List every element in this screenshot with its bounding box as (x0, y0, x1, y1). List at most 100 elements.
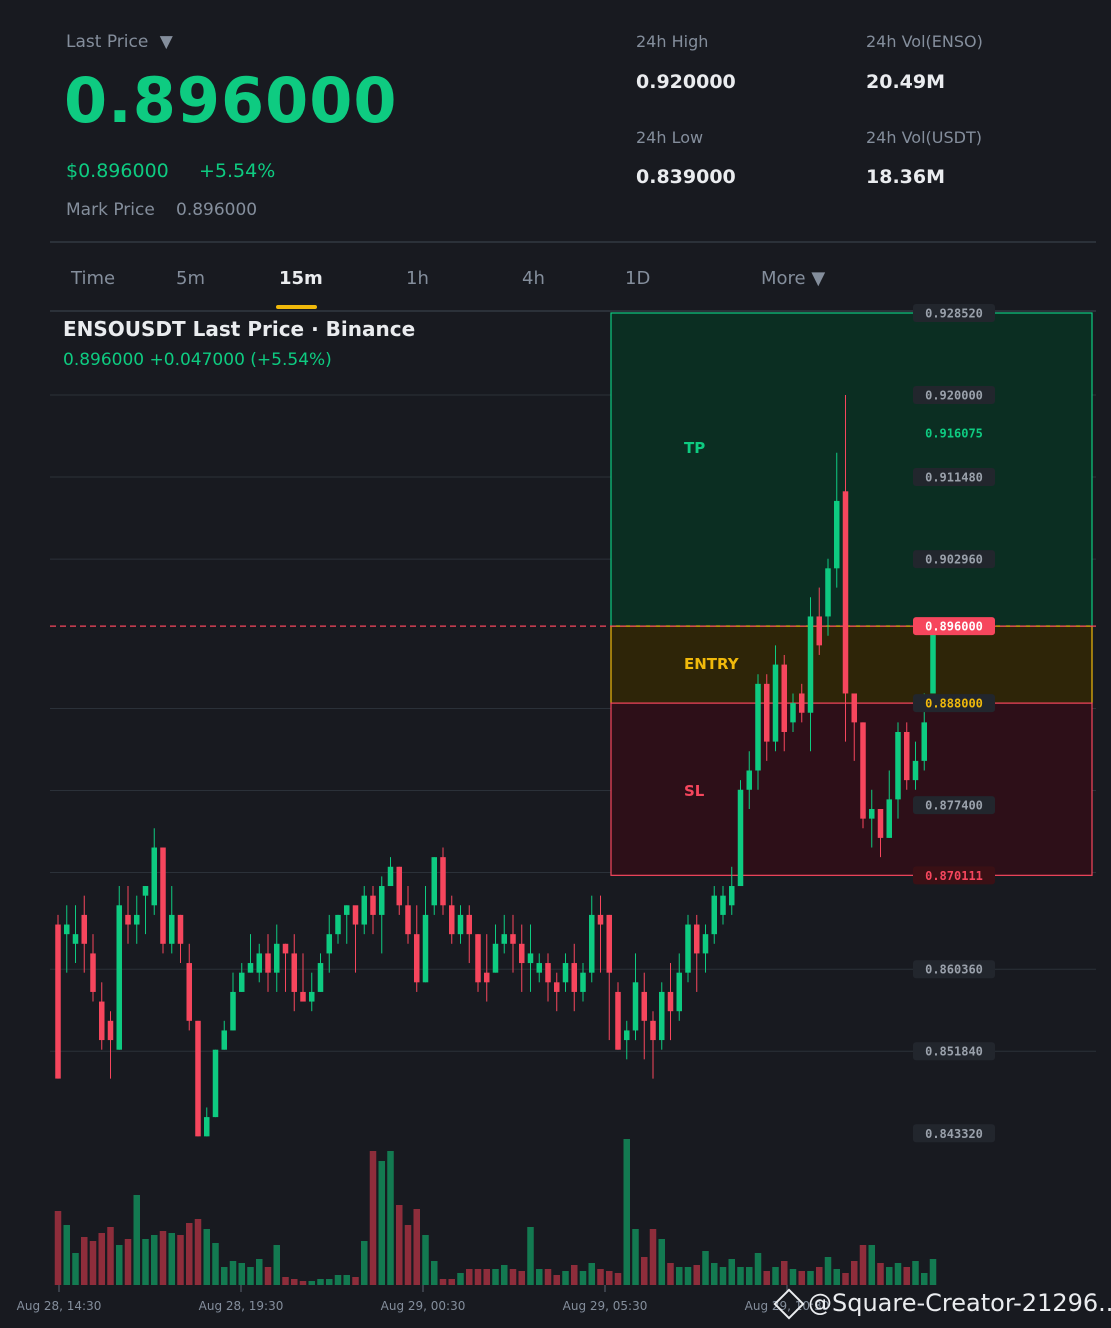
volume-bar (326, 1279, 333, 1285)
candle-body (816, 616, 822, 646)
price-tag: 0.870111 (925, 869, 983, 883)
price-tag: 0.928520 (925, 307, 983, 321)
volume-bar (151, 1235, 158, 1285)
volume-bar (597, 1269, 604, 1285)
candle-body (650, 1020, 656, 1041)
volume-bar (124, 1239, 132, 1285)
candle-body (484, 972, 490, 983)
volume-bar (737, 1267, 744, 1285)
volume-bar (903, 1267, 910, 1285)
volume-bar (641, 1257, 648, 1285)
candle-body (309, 991, 315, 1002)
volume-bar (553, 1275, 560, 1285)
volume-bar (894, 1263, 902, 1285)
candle-body (492, 943, 499, 973)
candle-body (125, 914, 131, 925)
candle-body (55, 924, 61, 1079)
candle-body (256, 953, 262, 973)
volume-bar (448, 1279, 455, 1285)
volume-bar (229, 1261, 237, 1285)
candle-body (169, 914, 175, 944)
volume-bar (676, 1267, 683, 1285)
volume-bar (886, 1267, 893, 1285)
candle-body (912, 760, 919, 781)
volume-bar (588, 1263, 595, 1285)
candle-body (274, 943, 280, 973)
volume-bar (693, 1265, 700, 1285)
volume-bar (562, 1271, 569, 1285)
volume-bar (763, 1271, 770, 1285)
volume-bar (798, 1271, 805, 1285)
volume-bar (851, 1261, 858, 1285)
candle-body (239, 972, 245, 992)
candle-body (527, 953, 534, 964)
volume-bar (781, 1261, 788, 1285)
price-tag: 0.911480 (925, 471, 983, 485)
candle-body (545, 963, 551, 983)
volume-bar (299, 1281, 307, 1285)
time-tick-label: Aug 28, 14:30 (17, 1299, 102, 1313)
volume-bar (824, 1257, 832, 1285)
price-tag: 0.860360 (925, 963, 983, 977)
volume-bar (667, 1263, 674, 1285)
candle-body (142, 886, 149, 896)
candle-body (431, 857, 437, 906)
volume-bar (807, 1271, 814, 1285)
volume-bar (929, 1259, 937, 1285)
candle-body (510, 934, 516, 944)
volume-bar (859, 1245, 867, 1285)
candle-body (519, 943, 525, 964)
candlestick-chart[interactable]: TP ENTRY SL 0.928520 0.920000 0.911480 0.9029… (0, 0, 1111, 1328)
volume-bar (719, 1267, 727, 1285)
volume-bar (816, 1267, 823, 1285)
volume-bar (352, 1277, 359, 1285)
volume-bar (273, 1245, 280, 1285)
volume-bar (501, 1265, 508, 1285)
volume-bar (72, 1253, 79, 1285)
volume-bar (746, 1267, 753, 1285)
candle-body (370, 895, 376, 915)
candle-body (405, 905, 411, 935)
candle-body (414, 934, 420, 983)
binance-logo-icon (773, 1288, 805, 1320)
candle-body (571, 963, 577, 992)
candle-body (247, 963, 254, 973)
volume-bar (81, 1237, 88, 1285)
candle-body (457, 914, 464, 935)
candle-body (212, 1049, 219, 1118)
candle-body (580, 972, 586, 992)
volume-bar (842, 1273, 849, 1285)
candle-body (667, 991, 674, 1012)
candle-body (221, 1030, 227, 1050)
candle-body (344, 905, 350, 915)
candle-body (711, 895, 717, 935)
volume-bar (606, 1271, 613, 1285)
candle-body (790, 703, 796, 723)
candle-body (886, 799, 892, 838)
candle-body (300, 991, 306, 1002)
candle-body (335, 914, 341, 935)
price-tag: 0.902960 (925, 553, 983, 567)
candle-body (107, 1020, 114, 1041)
volume-bar (238, 1263, 245, 1285)
volume-bar (483, 1269, 490, 1285)
volume-bar (413, 1209, 420, 1285)
price-tag: 0.888000 (925, 697, 983, 711)
candle-body (825, 568, 831, 617)
volume-bar (711, 1263, 718, 1285)
chart-subtitle: 0.896000 +0.047000 (+5.54%) (63, 350, 332, 370)
candle-body (737, 789, 744, 887)
candle-body (186, 963, 192, 1021)
candle-body (799, 693, 805, 713)
volume-bar (754, 1253, 762, 1285)
candle-body (116, 905, 122, 1050)
candle-body (860, 722, 866, 819)
price-tag: 0.843320 (925, 1127, 983, 1141)
volume-bar (728, 1259, 735, 1285)
volume-bar (921, 1273, 928, 1285)
volume-bar (54, 1211, 62, 1285)
candle-body (326, 934, 332, 954)
volume-bar (396, 1205, 403, 1285)
volume-bar (221, 1267, 228, 1285)
candle-body (895, 731, 901, 800)
